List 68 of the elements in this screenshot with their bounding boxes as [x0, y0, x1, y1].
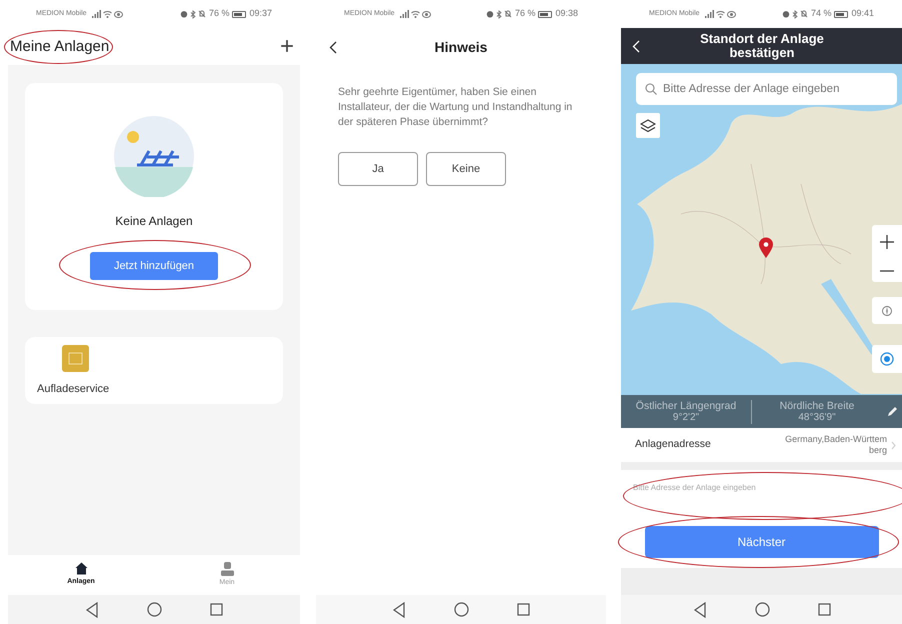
home-icon	[74, 562, 88, 576]
signal-icon	[400, 10, 409, 18]
eye-icon	[114, 10, 123, 18]
battery-percentage: 76 %	[208, 7, 230, 20]
address-row[interactable]: Anlagenadresse Germany,Baden-Württemberg	[621, 428, 902, 462]
page-title: Standort der Anlage bestätigen	[699, 32, 825, 60]
layers-icon	[640, 118, 656, 132]
recents-icon[interactable]	[517, 603, 530, 616]
zoom-control[interactable]	[872, 225, 902, 282]
service-card[interactable]: Aufladeservice	[25, 337, 283, 404]
zoom-out-icon[interactable]	[880, 270, 894, 272]
clock-time: 09:38	[555, 7, 578, 20]
edit-icon[interactable]	[886, 406, 898, 418]
wifi-icon	[410, 10, 420, 18]
back-icon[interactable]	[692, 602, 706, 618]
battery-icon	[538, 10, 552, 18]
clock-time: 09:41	[851, 7, 874, 20]
service-label: Aufladeservice	[37, 382, 110, 397]
mute-icon	[198, 10, 206, 18]
page-title: Hinweis	[434, 38, 488, 56]
wifi-icon	[102, 10, 112, 18]
notice-message: Sehr geehrte Eigentümer, haben Sie einen Installateur, der die Wartung und Instandhaltung in der späteren Phase übernimmt?	[338, 85, 574, 130]
back-icon[interactable]	[329, 40, 337, 54]
recents-icon[interactable]	[818, 603, 830, 616]
eye-icon	[726, 10, 736, 18]
add-button[interactable]: +	[280, 34, 294, 58]
answer-button[interactable]: Keine	[426, 152, 506, 186]
battery-percentage: 74 %	[810, 7, 832, 20]
address-label: Anlagenadresse	[635, 437, 712, 452]
empty-state-text: Keine Anlagen	[115, 213, 193, 230]
answer-button[interactable]: Ja	[338, 152, 418, 186]
locate-button[interactable]	[872, 345, 902, 373]
battery-icon	[834, 10, 848, 18]
home-icon[interactable]	[754, 602, 770, 617]
wifi-icon	[716, 10, 725, 18]
page-title: Meine Anlagen	[10, 38, 110, 54]
clock-time: 09:37	[249, 7, 272, 20]
battery-icon	[232, 10, 246, 18]
chevron-right-icon	[891, 440, 896, 450]
search-icon	[645, 83, 657, 95]
locate-icon	[880, 352, 894, 366]
mute-icon	[800, 10, 808, 18]
coordinate-label: Östlicher Längengrad	[636, 400, 736, 412]
signal-icon	[92, 10, 101, 18]
home-icon[interactable]	[454, 602, 469, 617]
charging-service-icon	[62, 345, 89, 372]
zoom-in-icon[interactable]	[880, 235, 894, 250]
map-tool-button[interactable]	[872, 297, 902, 324]
back-icon[interactable]	[85, 602, 99, 618]
home-icon[interactable]	[147, 602, 162, 617]
bluetooth-icon	[190, 10, 196, 18]
battery-percentage: 76 %	[514, 7, 536, 20]
recents-icon[interactable]	[210, 603, 223, 616]
person-icon	[220, 562, 234, 576]
coordinate-value: 48°36'9"	[798, 412, 836, 424]
coordinate-value: 9°2'2"	[672, 412, 700, 424]
signal-icon	[704, 10, 714, 18]
bluetooth-icon	[792, 10, 798, 18]
map-search-field[interactable]: Bitte Adresse der Anlage eingeben	[636, 73, 897, 105]
compass-icon	[881, 304, 893, 316]
coordinate-label: Nördliche Breite	[780, 400, 854, 412]
mute-icon	[504, 10, 512, 18]
bluetooth-icon	[496, 10, 502, 18]
map-layers-button[interactable]	[636, 113, 660, 138]
address-value: Germany,Baden-Württemberg	[784, 434, 887, 456]
eye-icon	[422, 10, 431, 18]
back-icon[interactable]	[392, 602, 406, 618]
location-pin-icon	[758, 237, 774, 259]
